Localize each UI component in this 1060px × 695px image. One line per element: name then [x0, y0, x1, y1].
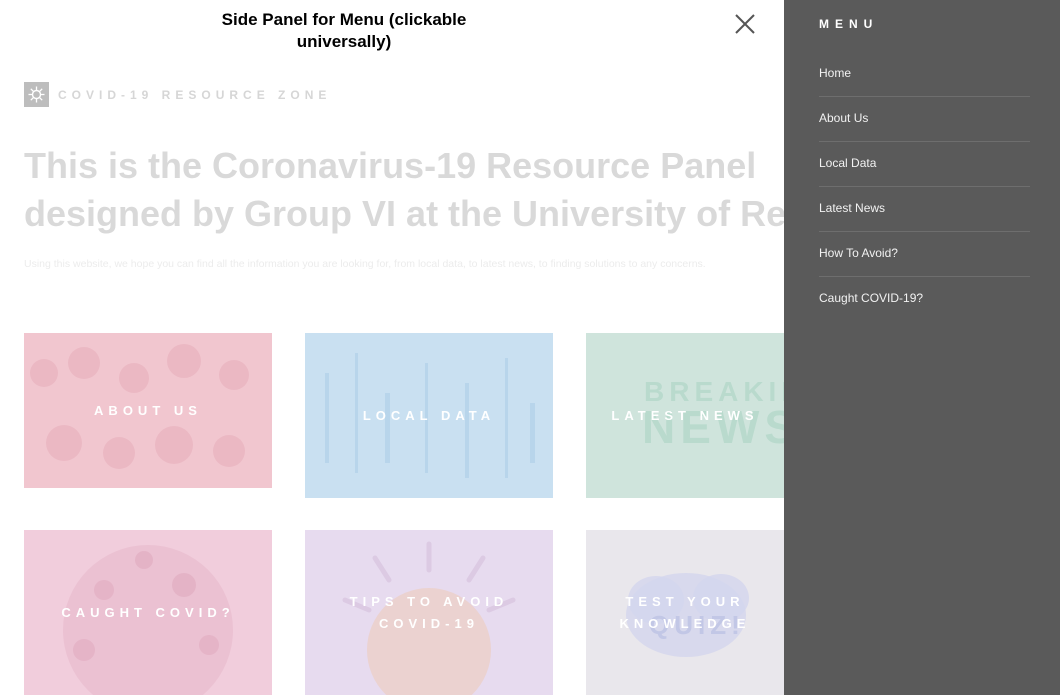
- tile-local-data[interactable]: LOCAL DATA: [305, 333, 553, 498]
- annotation-label: Side Panel for Menu (clickable universal…: [194, 9, 494, 53]
- intro-text: Using this website, we hope you can find…: [24, 258, 706, 270]
- tile-label: LATEST NEWS: [611, 407, 759, 423]
- annotation-line-2: universally): [296, 32, 392, 51]
- page-title: This is the Coronavirus-19 Resource Pane…: [24, 142, 784, 238]
- tile-label: CAUGHT COVID?: [61, 604, 235, 620]
- menu-item-about-us[interactable]: About Us: [819, 97, 1030, 142]
- page-title-line-1: This is the Coronavirus-19 Resource Pane…: [24, 145, 757, 186]
- page-title-line-2: designed by Group VI at the University o…: [24, 193, 784, 234]
- tile-label: LOCAL DATA: [362, 407, 496, 423]
- brand[interactable]: COVID-19 RESOURCE ZONE: [24, 82, 331, 107]
- menu-item-home[interactable]: Home: [819, 52, 1030, 97]
- tile-test-knowledge[interactable]: QUIZ! TEST YOUR KNOWLEDGE: [586, 530, 784, 695]
- tile-caught-covid[interactable]: CAUGHT COVID?: [24, 530, 272, 695]
- tile-label: TIPS TO AVOID COVID-19: [350, 591, 509, 635]
- tile-label-line-2: COVID-19: [379, 615, 479, 631]
- tile-label: ABOUT US: [94, 402, 202, 418]
- menu-item-local-data[interactable]: Local Data: [819, 142, 1030, 187]
- menu-item-how-to-avoid[interactable]: How To Avoid?: [819, 232, 1030, 277]
- brand-name: COVID-19 RESOURCE ZONE: [58, 87, 332, 102]
- side-menu-panel: MENU Home About Us Local Data Latest New…: [784, 0, 1060, 695]
- main-content-faded: Side Panel for Menu (clickable universal…: [0, 0, 784, 695]
- tile-label-line-2: KNOWLEDGE: [619, 615, 751, 631]
- menu-item-caught-covid[interactable]: Caught COVID-19?: [819, 277, 1030, 321]
- tile-about-us[interactable]: ABOUT US: [24, 333, 272, 488]
- tile-label-line-1: TEST YOUR: [625, 593, 745, 609]
- tile-latest-news[interactable]: BREAKING NEWS LATEST NEWS: [586, 333, 784, 498]
- menu-item-latest-news[interactable]: Latest News: [819, 187, 1030, 232]
- tile-label-line-1: TIPS TO AVOID: [349, 593, 509, 609]
- tile-tips-to-avoid[interactable]: TIPS TO AVOID COVID-19: [305, 530, 553, 695]
- close-icon[interactable]: [733, 12, 757, 36]
- menu-title: MENU: [819, 17, 879, 31]
- tile-label: TEST YOUR KNOWLEDGE: [620, 591, 751, 635]
- annotation-line-1: Side Panel for Menu (clickable: [221, 10, 467, 29]
- virus-icon: [24, 82, 49, 107]
- menu-list: Home About Us Local Data Latest News How…: [819, 52, 1030, 321]
